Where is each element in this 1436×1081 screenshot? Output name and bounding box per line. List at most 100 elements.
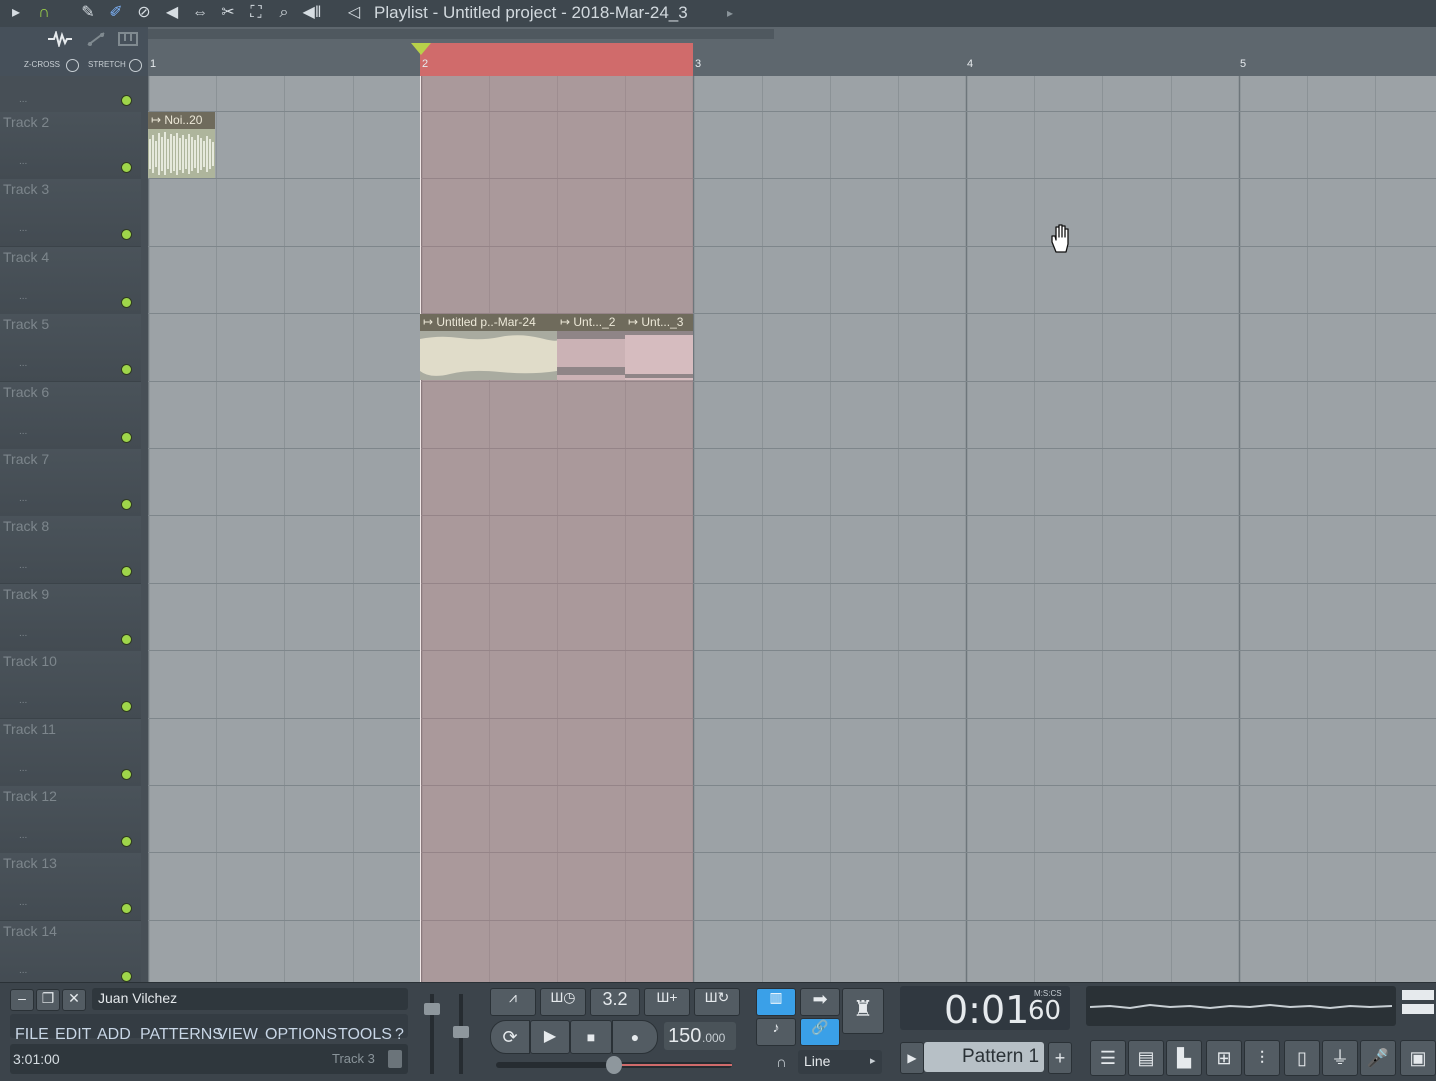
clip-header[interactable]: ↦ Noi..20 (148, 112, 215, 129)
brush-icon[interactable]: ✐ (106, 3, 126, 23)
recording-icon[interactable]: 🎤 (1360, 1040, 1396, 1076)
track-header[interactable]: Track 13... (0, 853, 141, 922)
browser-icon[interactable]: ⊞ (1206, 1040, 1242, 1076)
track-led[interactable] (121, 701, 132, 713)
track-header[interactable]: Track 11... (0, 718, 141, 787)
track-led[interactable] (121, 633, 132, 645)
clip-header[interactable]: ↦ Untitled p..-Mar-24 (420, 314, 557, 331)
track-header[interactable]: Track 4... (0, 246, 141, 315)
timeline-ruler[interactable]: 1 2 3 4 5 (148, 27, 1436, 77)
menu-patterns[interactable]: PATTERNS (140, 1026, 223, 1044)
link-button[interactable]: 🔗 (800, 1018, 840, 1046)
loop-selection[interactable] (420, 43, 693, 76)
typing-keyboard-button[interactable]: ♪ (756, 1018, 796, 1046)
playhead-marker[interactable] (411, 43, 431, 55)
delete-icon[interactable]: ⊘ (134, 3, 154, 23)
waveform-tool-icon[interactable] (46, 31, 74, 47)
audio-clip[interactable]: ↦ Noi..20 (148, 112, 215, 178)
track-header[interactable]: Track 14... (0, 920, 141, 989)
track-led[interactable] (121, 431, 132, 443)
track-led[interactable] (121, 499, 132, 510)
track-led[interactable] (121, 162, 132, 173)
plugin-icon[interactable]: ⏚ (1322, 1040, 1358, 1076)
slice-icon[interactable]: ✂ (218, 3, 238, 23)
channel-rack-icon[interactable]: ▤ (1128, 1040, 1164, 1076)
track-header[interactable]: Track 3... (0, 179, 141, 248)
magnet-icon[interactable]: ∩ (34, 3, 54, 23)
wait-input-button[interactable]: Ш◷ (540, 988, 586, 1016)
playback-icon[interactable]: ◀‖ (302, 3, 322, 23)
track-led[interactable] (121, 768, 132, 780)
play-arrow-icon[interactable]: ▸ (6, 3, 26, 23)
clip-header[interactable]: ↦ Unt..._3 (625, 314, 693, 331)
automation-icon[interactable] (86, 31, 106, 47)
master-pitch-knob[interactable] (453, 1026, 469, 1038)
track-header[interactable]: Track 7... (0, 449, 141, 517)
track-led[interactable] (121, 566, 132, 578)
track-header[interactable]: Track 6... (0, 381, 141, 450)
track-led[interactable] (121, 970, 132, 982)
countdown-button[interactable]: Ш+ (644, 988, 690, 1016)
menu-help[interactable]: ? (395, 1026, 404, 1044)
loop-mode-button[interactable]: ⟳ (490, 1020, 530, 1054)
track-header[interactable]: Track 8... (0, 516, 141, 585)
snap-selector[interactable]: Line ▸ (798, 1050, 882, 1074)
title-arrow-icon[interactable]: ▸ (720, 3, 740, 23)
menu-options[interactable]: OPTIONS (265, 1026, 337, 1044)
pencil-icon[interactable]: ✎ (78, 3, 98, 23)
menu-add[interactable]: ADD (97, 1026, 131, 1044)
track-header[interactable]: Track 9... (0, 583, 141, 652)
pattern-selector[interactable]: Pattern 1 (924, 1042, 1044, 1072)
track-led[interactable] (121, 229, 132, 241)
fullscreen-icon[interactable]: ▣ (1400, 1040, 1436, 1076)
audio-clip[interactable]: ↦ Unt..._2 (557, 314, 625, 380)
stretch-toggle[interactable] (129, 59, 142, 72)
master-volume-knob[interactable] (424, 1003, 440, 1015)
track-led[interactable] (121, 903, 132, 915)
menu-view[interactable]: VIEW (217, 1026, 258, 1044)
multilink-button[interactable]: ♜ (842, 988, 884, 1034)
tempo-display[interactable]: 150 .000 (664, 1022, 736, 1050)
minimize-button[interactable]: – (10, 989, 34, 1011)
time-display[interactable]: 0:01 60 M:S:CS (900, 986, 1070, 1032)
pattern-prev-button[interactable]: ▶ (900, 1042, 924, 1074)
close-button[interactable]: ✕ (62, 989, 86, 1011)
pattern-step-display[interactable]: 3.2 (590, 988, 640, 1016)
song-mode-arrow-button[interactable]: ➡ (800, 988, 840, 1016)
playlist-window-icon[interactable]: ☰ (1090, 1040, 1126, 1076)
loop-record-button[interactable]: Ш↻ (694, 988, 740, 1016)
menu-edit[interactable]: EDIT (55, 1026, 91, 1044)
speaker-icon[interactable]: ◁ (344, 3, 364, 23)
track-led[interactable] (121, 364, 132, 376)
audio-clip[interactable]: ↦ Unt..._3 (625, 314, 693, 380)
audio-clip[interactable]: ↦ Untitled p..-Mar-24 (420, 314, 557, 380)
song-position-knob[interactable] (606, 1056, 622, 1074)
metronome-button[interactable]: ⩘ (490, 988, 536, 1016)
track-header[interactable]: Track 10... (0, 651, 141, 720)
step-edit-button[interactable]: ▥ (756, 988, 796, 1016)
track-header[interactable]: Track 12... (0, 786, 141, 854)
stop-button[interactable]: ■ (570, 1020, 612, 1054)
mute-icon[interactable]: ◀ (162, 3, 182, 23)
playlist-grid[interactable]: ↦ Noi..20 ↦ Untitled p..-Mar-24 ↦ Unt...… (148, 76, 1436, 982)
track-led[interactable] (121, 95, 132, 106)
menu-tools[interactable]: TOOLS (338, 1026, 392, 1044)
playlist-scrollbar[interactable] (148, 29, 774, 39)
zoom-icon[interactable]: ⌕ (274, 3, 294, 23)
restore-button[interactable]: ❐ (36, 989, 60, 1011)
track-led[interactable] (121, 836, 132, 847)
select-icon[interactable]: ⛶ (246, 3, 266, 23)
menu-file[interactable]: FILE (15, 1026, 49, 1044)
zcross-toggle[interactable] (66, 59, 79, 72)
piano-roll-icon[interactable]: ▙ (1166, 1040, 1202, 1076)
slip-icon[interactable]: ⇔ (190, 3, 210, 23)
record-button[interactable]: ● (612, 1020, 658, 1054)
track-led[interactable] (121, 296, 132, 308)
project-icon[interactable]: ▯ (1284, 1040, 1320, 1076)
track-header[interactable]: Track 2... (0, 112, 141, 180)
keyboard-icon[interactable] (118, 31, 138, 47)
add-pattern-button[interactable]: + (1048, 1042, 1072, 1074)
track-header[interactable]: Track 5... (0, 314, 141, 383)
mixer-icon[interactable]: ⫶ (1244, 1040, 1280, 1076)
play-button[interactable]: ▶ (530, 1020, 570, 1054)
